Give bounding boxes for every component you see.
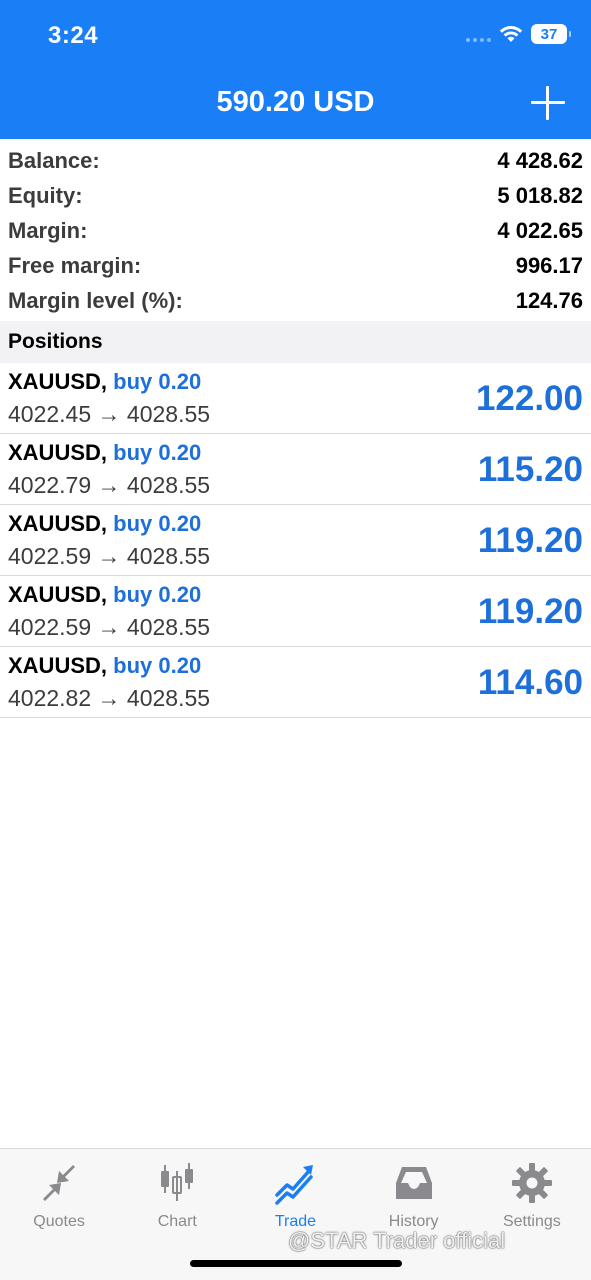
position-title: XAUUSD, buy 0.20 bbox=[8, 653, 201, 679]
position-symbol: XAUUSD, bbox=[8, 653, 108, 678]
summary-value: 996.17 bbox=[515, 252, 583, 278]
summary-row-balance: Balance: 4 428.62 bbox=[0, 143, 591, 178]
current-price: 4028.55 bbox=[126, 472, 211, 498]
summary-label: Equity: bbox=[8, 182, 83, 208]
tab-chart[interactable]: Chart bbox=[118, 1149, 236, 1239]
arrow-right-icon: → bbox=[97, 685, 121, 711]
position-row[interactable]: XAUUSD, buy 0.20 4022.45 → 4028.55 122.0… bbox=[0, 363, 591, 434]
battery-icon: 37 bbox=[531, 24, 571, 44]
position-row[interactable]: XAUUSD, buy 0.20 4022.79 → 4028.55 115.2… bbox=[0, 434, 591, 505]
position-side-volume: buy 0.20 bbox=[113, 369, 202, 394]
open-price: 4022.59 bbox=[8, 543, 92, 569]
tab-settings[interactable]: Settings bbox=[473, 1149, 591, 1239]
summary-row-margin: Margin: 4 022.65 bbox=[0, 213, 591, 248]
tab-quotes[interactable]: Quotes bbox=[0, 1149, 118, 1239]
current-price: 4028.55 bbox=[126, 614, 211, 640]
candlestick-chart-icon bbox=[161, 1163, 194, 1201]
position-row[interactable]: XAUUSD, buy 0.20 4022.59 → 4028.55 119.2… bbox=[0, 576, 591, 647]
open-price: 4022.59 bbox=[8, 614, 92, 640]
cellular-signal-icon bbox=[466, 26, 491, 42]
summary-label: Margin: bbox=[8, 217, 88, 243]
summary-row-free-margin: Free margin: 996.17 bbox=[0, 248, 591, 283]
positions-list: XAUUSD, buy 0.20 4022.45 → 4028.55 122.0… bbox=[0, 363, 591, 718]
position-profit: 114.60 bbox=[477, 663, 583, 702]
position-prices: 4022.79 → 4028.55 bbox=[8, 472, 210, 499]
summary-row-equity: Equity: 5 018.82 bbox=[0, 178, 591, 213]
arrow-right-icon: → bbox=[97, 543, 121, 569]
position-profit: 119.20 bbox=[477, 521, 583, 560]
watermark-text: @STAR Trader official bbox=[288, 1228, 506, 1253]
position-profit: 119.20 bbox=[477, 592, 583, 631]
summary-value: 124.76 bbox=[515, 287, 583, 313]
open-price: 4022.45 bbox=[8, 401, 92, 427]
position-side-volume: buy 0.20 bbox=[113, 653, 202, 678]
position-prices: 4022.59 → 4028.55 bbox=[8, 614, 210, 641]
summary-value: 4 022.65 bbox=[497, 217, 583, 243]
trade-trend-icon bbox=[275, 1165, 314, 1205]
inbox-history-icon bbox=[395, 1167, 432, 1199]
position-profit: 122.00 bbox=[475, 379, 583, 418]
current-price: 4028.55 bbox=[126, 685, 211, 711]
arrow-right-icon: → bbox=[97, 472, 121, 498]
tab-label: Chart bbox=[157, 1213, 197, 1230]
tab-label: Settings bbox=[502, 1213, 561, 1230]
open-price: 4022.82 bbox=[8, 685, 92, 711]
position-prices: 4022.82 → 4028.55 bbox=[8, 685, 210, 712]
position-title: XAUUSD, buy 0.20 bbox=[8, 369, 201, 395]
summary-row-margin-level: Margin level (%): 124.76 bbox=[0, 283, 591, 318]
position-title: XAUUSD, buy 0.20 bbox=[8, 511, 201, 537]
top-header: 3:24 37 590.20 USD bbox=[0, 0, 591, 139]
tab-trade[interactable]: Trade bbox=[236, 1149, 354, 1239]
battery-level: 37 bbox=[540, 25, 558, 43]
account-profit-title: 590.20 USD bbox=[216, 86, 375, 118]
arrow-right-icon: → bbox=[97, 614, 121, 640]
position-side-volume: buy 0.20 bbox=[113, 511, 202, 536]
tab-label: Quotes bbox=[33, 1213, 85, 1230]
summary-label: Balance: bbox=[8, 147, 100, 173]
account-summary: Balance: 4 428.62 Equity: 5 018.82 Margi… bbox=[0, 143, 591, 318]
wifi-icon bbox=[499, 26, 523, 42]
position-row[interactable]: XAUUSD, buy 0.20 4022.82 → 4028.55 114.6… bbox=[0, 647, 591, 718]
position-symbol: XAUUSD, bbox=[8, 440, 108, 465]
tab-history[interactable]: History bbox=[355, 1149, 473, 1239]
status-icons: 37 bbox=[466, 24, 571, 44]
summary-label: Free margin: bbox=[8, 252, 142, 278]
position-profit: 115.20 bbox=[477, 450, 583, 489]
position-side-volume: buy 0.20 bbox=[113, 440, 202, 465]
summary-label: Margin level (%): bbox=[8, 287, 183, 313]
position-symbol: XAUUSD, bbox=[8, 511, 108, 536]
position-title: XAUUSD, buy 0.20 bbox=[8, 440, 201, 466]
open-price: 4022.79 bbox=[8, 472, 92, 498]
summary-value: 4 428.62 bbox=[497, 147, 583, 173]
position-symbol: XAUUSD, bbox=[8, 582, 108, 607]
status-time: 3:24 bbox=[48, 22, 99, 49]
position-row[interactable]: XAUUSD, buy 0.20 4022.59 → 4028.55 119.2… bbox=[0, 505, 591, 576]
position-symbol: XAUUSD, bbox=[8, 369, 108, 394]
gear-icon bbox=[511, 1163, 552, 1203]
summary-value: 5 018.82 bbox=[497, 182, 583, 208]
position-prices: 4022.45 → 4028.55 bbox=[8, 401, 210, 428]
new-order-plus-button[interactable] bbox=[531, 86, 565, 120]
arrow-right-icon: → bbox=[97, 401, 121, 427]
position-side-volume: buy 0.20 bbox=[113, 582, 202, 607]
current-price: 4028.55 bbox=[126, 401, 211, 427]
home-indicator bbox=[190, 1260, 402, 1267]
positions-section-header: Positions bbox=[0, 321, 591, 363]
position-prices: 4022.59 → 4028.55 bbox=[8, 543, 210, 570]
position-title: XAUUSD, buy 0.20 bbox=[8, 582, 201, 608]
current-price: 4028.55 bbox=[126, 543, 211, 569]
quotes-icon bbox=[43, 1165, 76, 1201]
